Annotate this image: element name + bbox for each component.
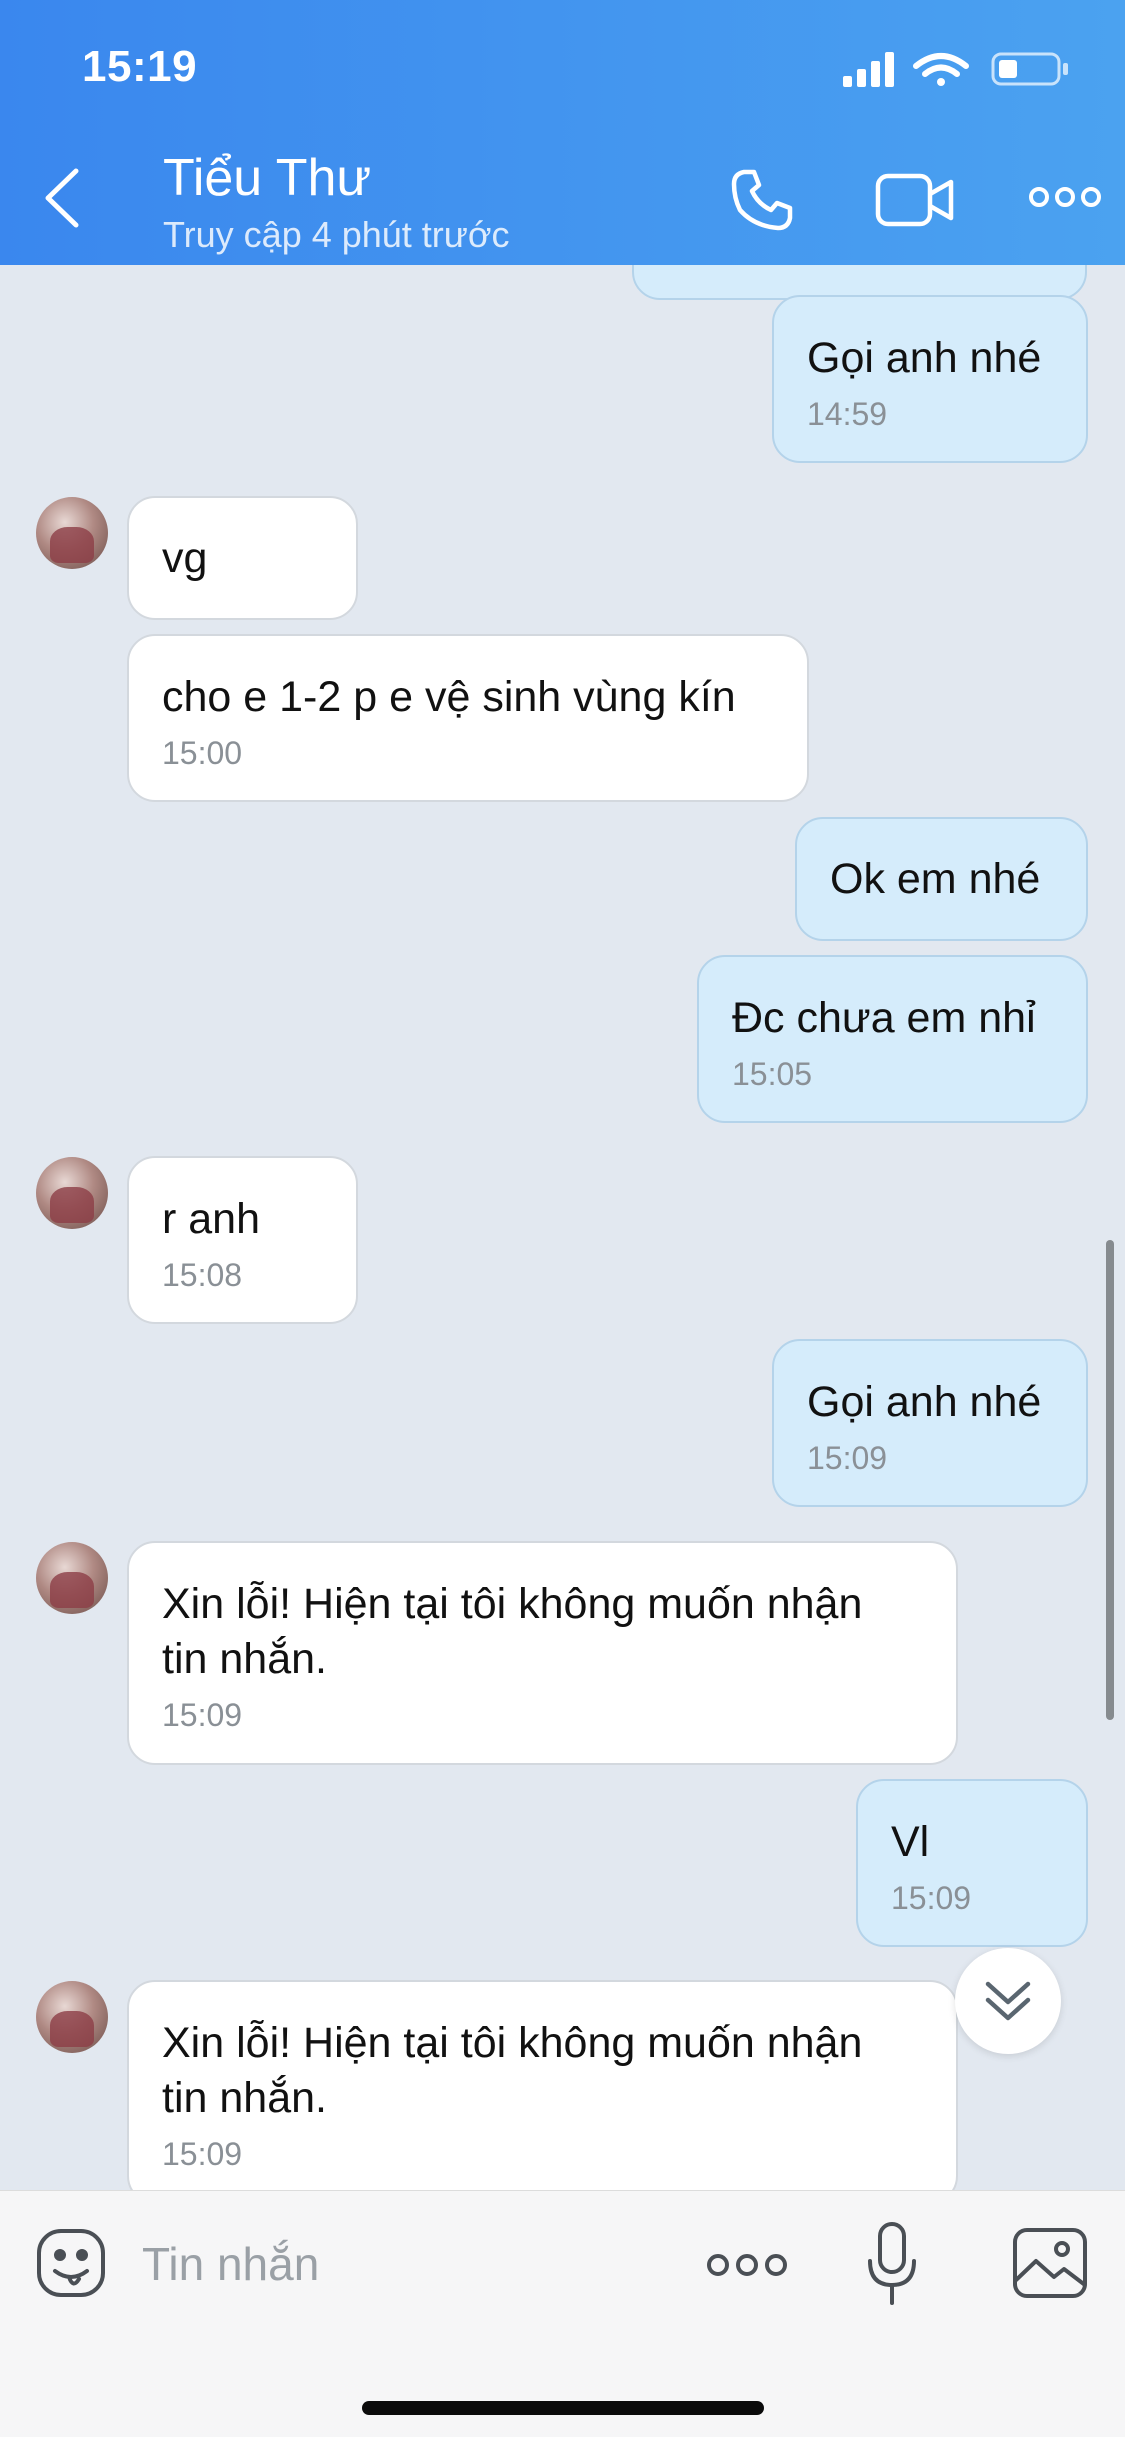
contact-avatar[interactable] <box>36 1542 108 1614</box>
phone-icon <box>731 169 793 231</box>
scrollbar[interactable] <box>1106 1240 1114 1720</box>
contact-avatar[interactable] <box>36 497 108 569</box>
status-bar-icons <box>843 52 1068 87</box>
message-bubble[interactable]: Đc chưa em nhỉ 15:05 <box>697 955 1088 1123</box>
signal-icon <box>843 52 894 87</box>
message-bubble[interactable]: Xin lỗi! Hiện tại tôi không muốn nhận ti… <box>127 1541 958 1765</box>
last-seen-status: Truy cập 4 phút trước <box>163 214 510 255</box>
emoji-sticker-icon <box>37 2229 105 2297</box>
chat-header: 15:19 Tiểu Thư Truy cập 4 phút trước <box>0 0 1125 265</box>
contact-avatar[interactable] <box>36 1157 108 1229</box>
more-dots-icon <box>1029 187 1101 207</box>
message-time: 15:08 <box>162 1257 243 1293</box>
message-time: 15:05 <box>732 1056 813 1092</box>
message-time: 15:00 <box>162 735 243 771</box>
message-time: 15:09 <box>162 1697 243 1733</box>
message-list[interactable]: Gọi anh nhé 14:59 vg cho e 1-2 p e vệ si… <box>0 265 1125 2190</box>
message-input[interactable] <box>140 2231 674 2297</box>
message-bubble[interactable]: Xin lỗi! Hiện tại tôi không muốn nhận ti… <box>127 1980 958 2190</box>
contact-name[interactable]: Tiểu Thư <box>163 148 371 208</box>
message-text: cho e 1-2 p e vệ sinh vùng kín <box>162 673 736 721</box>
message-composer <box>0 2190 1125 2437</box>
more-dots-icon <box>707 2254 787 2276</box>
image-icon <box>1013 2228 1087 2298</box>
voice-message-button[interactable] <box>866 2221 918 2307</box>
scroll-to-bottom-button[interactable] <box>955 1948 1061 2054</box>
message-bubble[interactable]: cho e 1-2 p e vệ sinh vùng kín 15:00 <box>127 634 809 802</box>
sticker-button[interactable] <box>35 2227 107 2299</box>
message-text: vg <box>162 534 208 582</box>
message-time: 14:59 <box>807 396 888 432</box>
message-bubble[interactable]: vg <box>127 496 358 620</box>
double-chevron-down-icon <box>985 1981 1031 2021</box>
message-text: Gọi anh nhé <box>807 1378 1042 1426</box>
message-text: Xin lỗi! Hiện tại tôi không muốn nhận ti… <box>162 1580 863 1683</box>
message-bubble[interactable]: Ok em nhé <box>795 817 1088 941</box>
battery-icon <box>991 52 1068 86</box>
message-text: r anh <box>162 1195 261 1243</box>
message-bubble[interactable]: Gọi anh nhé 14:59 <box>772 295 1088 463</box>
status-bar-time: 15:19 <box>82 42 198 91</box>
message-text: Gọi anh nhé <box>807 334 1042 382</box>
message-time: 15:09 <box>807 1440 888 1476</box>
more-options-button[interactable] <box>1028 182 1103 212</box>
message-bubble[interactable]: r anh 15:08 <box>127 1156 358 1324</box>
message-text: Vl <box>891 1818 930 1866</box>
message-time: 15:09 <box>891 1880 972 1916</box>
wifi-icon <box>913 53 969 86</box>
home-indicator <box>362 2401 764 2415</box>
microphone-icon <box>868 2222 916 2305</box>
video-camera-icon <box>875 173 954 227</box>
message-text: Ok em nhé <box>830 855 1041 903</box>
chevron-left-icon <box>45 168 79 228</box>
message-text: Xin lỗi! Hiện tại tôi không muốn nhận ti… <box>162 2019 863 2122</box>
call-button[interactable] <box>730 168 794 232</box>
video-call-button[interactable] <box>875 170 955 230</box>
message-time: 15:09 <box>162 2136 243 2172</box>
message-bubble[interactable]: Gọi anh nhé 15:09 <box>772 1339 1088 1507</box>
send-image-button[interactable] <box>1012 2227 1088 2299</box>
back-button[interactable] <box>38 165 88 231</box>
contact-avatar[interactable] <box>36 1981 108 2053</box>
message-text: Đc chưa em nhỉ <box>732 994 1036 1042</box>
composer-more-button[interactable] <box>706 2251 788 2279</box>
message-bubble[interactable]: Vl 15:09 <box>856 1779 1088 1947</box>
